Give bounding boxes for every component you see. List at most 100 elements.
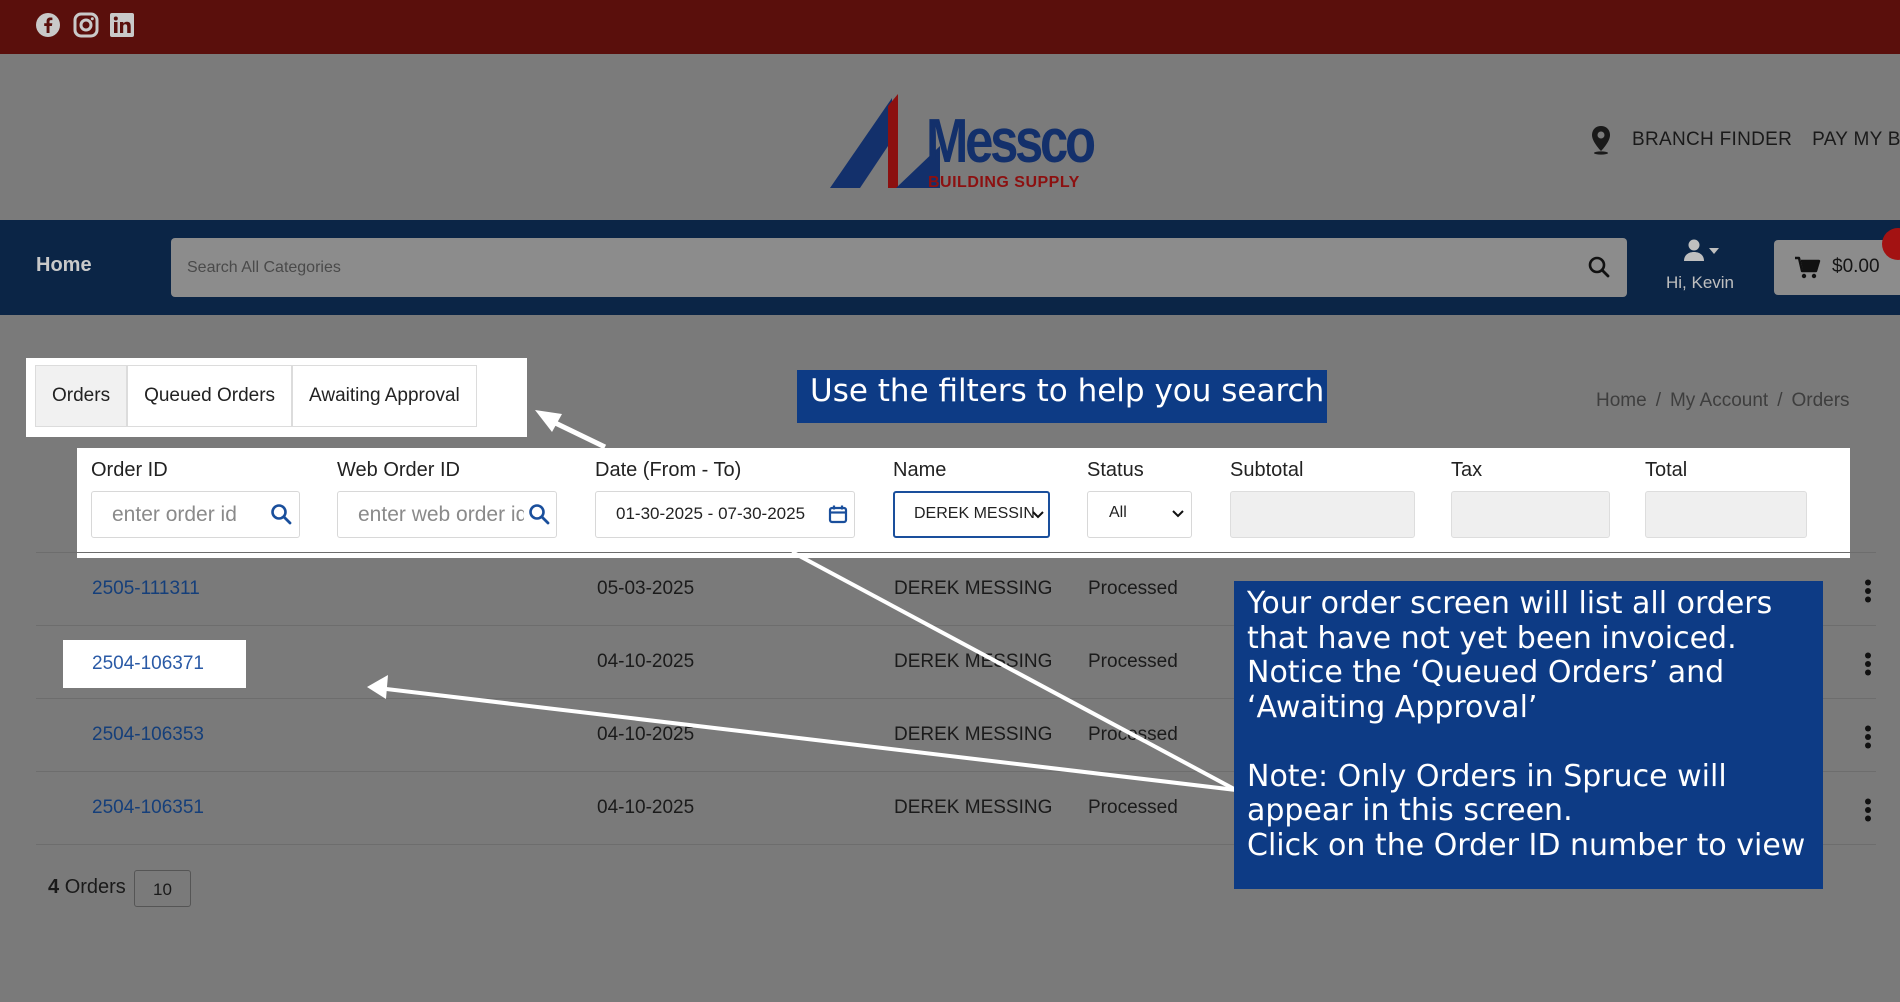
logo-text: Messco xyxy=(926,107,1096,176)
name-label: Name xyxy=(893,459,947,481)
order-name: DEREK MESSING xyxy=(894,797,1053,818)
site-header: Messco BUILDING SUPPLY BRANCH FINDER PAY… xyxy=(0,54,1900,220)
breadcrumb-separator: / xyxy=(1655,390,1661,411)
facebook-icon[interactable] xyxy=(35,12,61,38)
order-count-label: Orders xyxy=(64,876,126,898)
breadcrumb-separator: / xyxy=(1777,390,1783,411)
branch-finder-link[interactable]: BRANCH FINDER xyxy=(1632,129,1792,151)
user-icon xyxy=(1684,239,1719,261)
tabs-highlight: Orders Queued Orders Awaiting Approval xyxy=(26,358,527,437)
chevron-down-icon xyxy=(1172,510,1184,518)
arrow-to-tabs xyxy=(543,415,607,450)
order-id-link[interactable]: 2505-111311 xyxy=(92,578,200,600)
order-status: Processed xyxy=(1088,797,1178,818)
map-pin-icon xyxy=(1592,126,1610,155)
logo-mark xyxy=(830,94,940,188)
order-id-filter xyxy=(91,491,300,538)
callout-line xyxy=(1247,725,1823,760)
order-count-number: 4 xyxy=(48,876,60,898)
callout-line: Note: Only Orders in Spruce will xyxy=(1247,758,1727,794)
search-bar xyxy=(171,238,1627,297)
more-options-icon[interactable] xyxy=(1864,652,1872,676)
order-id-input[interactable] xyxy=(112,492,262,537)
more-options-icon[interactable] xyxy=(1864,798,1872,822)
search-input[interactable] xyxy=(187,238,1567,297)
order-status: Processed xyxy=(1088,724,1178,745)
pay-my-bill-link[interactable]: PAY MY BILL xyxy=(1812,129,1900,151)
user-greeting: Hi, Kevin xyxy=(1665,273,1735,292)
linkedin-icon[interactable] xyxy=(109,12,135,38)
breadcrumb-my-account[interactable]: My Account xyxy=(1670,390,1768,411)
user-menu[interactable]: Hi, Kevin xyxy=(1660,238,1740,298)
order-date: 04-10-2025 xyxy=(597,651,695,672)
cart-total: $0.00 xyxy=(1832,256,1880,277)
cart-count-badge: 0 xyxy=(1882,228,1900,260)
header-links: BRANCH FINDER PAY MY BILL xyxy=(1588,124,1900,156)
tax-filter[interactable] xyxy=(1451,491,1610,538)
tab-awaiting-approval[interactable]: Awaiting Approval xyxy=(292,365,477,427)
cart-button[interactable]: $0.00 0 xyxy=(1774,228,1900,295)
name-select-value: DEREK MESSIN xyxy=(914,505,1035,522)
tab-queued-orders[interactable]: Queued Orders xyxy=(127,365,293,427)
web-order-id-input[interactable] xyxy=(358,492,524,537)
callout-line: ‘Awaiting Approval’ xyxy=(1247,689,1538,725)
order-date: 04-10-2025 xyxy=(597,724,695,745)
status-select-value: All xyxy=(1109,504,1127,521)
callout-line: Your order screen will list all orders xyxy=(1247,586,1773,621)
order-date: 05-03-2025 xyxy=(597,578,695,599)
order-name: DEREK MESSING xyxy=(894,578,1053,599)
search-icon[interactable] xyxy=(270,503,292,525)
order-id-label: Order ID xyxy=(91,459,168,481)
date-range-filter[interactable]: 01-30-2025 - 07-30-2025 xyxy=(595,491,855,538)
order-status: Processed xyxy=(1088,578,1178,599)
main-nav: Home Hi, Kevin $0.00 0 xyxy=(0,220,1900,315)
order-name: DEREK MESSING xyxy=(894,724,1053,745)
date-range-label: Date (From - To) xyxy=(595,459,742,481)
tab-orders[interactable]: Orders xyxy=(35,365,128,427)
web-order-id-label: Web Order ID xyxy=(337,459,460,481)
page-size-select[interactable]: 10 xyxy=(134,870,191,907)
calendar-icon[interactable] xyxy=(828,504,848,524)
total-filter[interactable] xyxy=(1645,491,1807,538)
callout-line: Notice the ‘Queued Orders’ and xyxy=(1247,655,1725,690)
instagram-icon[interactable] xyxy=(73,12,99,38)
subtotal-label: Subtotal xyxy=(1230,459,1304,481)
order-status: Processed xyxy=(1088,651,1178,672)
breadcrumb-home[interactable]: Home xyxy=(1596,390,1647,411)
search-icon[interactable] xyxy=(1587,255,1611,279)
order-id-highlight: 2504-106371 xyxy=(63,640,246,688)
more-options-icon[interactable] xyxy=(1864,725,1872,749)
top-bar xyxy=(0,0,1900,54)
filters-callout: Use the filters to help you search xyxy=(797,370,1327,423)
search-icon[interactable] xyxy=(528,503,550,525)
order-id-link[interactable]: 2504-106371 xyxy=(92,653,204,675)
callout-line: that have not yet been invoiced. xyxy=(1247,620,1737,656)
cart-icon xyxy=(1795,256,1821,279)
orders-note-callout: Your order screen will list all orders t… xyxy=(1234,581,1823,889)
messco-logo[interactable]: Messco BUILDING SUPPLY xyxy=(830,76,1110,191)
web-order-id-filter xyxy=(337,491,557,538)
logo-tagline: BUILDING SUPPLY xyxy=(928,174,1080,191)
breadcrumb-orders: Orders xyxy=(1791,390,1850,411)
more-options-icon[interactable] xyxy=(1864,579,1872,603)
order-name: DEREK MESSING xyxy=(894,651,1053,672)
order-date: 04-10-2025 xyxy=(597,797,695,818)
arrowhead xyxy=(535,410,562,432)
total-label: Total xyxy=(1645,459,1688,481)
status-select[interactable]: All xyxy=(1087,491,1192,538)
tax-label: Tax xyxy=(1451,459,1483,481)
status-label: Status xyxy=(1087,459,1144,481)
order-tabs: Orders Queued Orders Awaiting Approval xyxy=(35,365,477,427)
order-id-link[interactable]: 2504-106353 xyxy=(92,724,204,746)
callout-line: appear in this screen. xyxy=(1247,793,1573,828)
name-select[interactable]: DEREK MESSIN xyxy=(893,491,1050,538)
subtotal-filter[interactable] xyxy=(1230,491,1415,538)
order-filters: Order ID Web Order ID Date (From - To) 0… xyxy=(77,448,1850,558)
breadcrumb: Home / My Account / Orders xyxy=(1596,390,1850,412)
chevron-down-icon xyxy=(1032,511,1044,519)
nav-home-link[interactable]: Home xyxy=(36,254,92,277)
order-id-link[interactable]: 2504-106351 xyxy=(92,797,204,819)
order-count: 4 Orders xyxy=(48,876,126,899)
callout-line: Click on the Order ID number to view xyxy=(1247,827,1806,863)
date-range-value: 01-30-2025 - 07-30-2025 xyxy=(616,504,806,523)
